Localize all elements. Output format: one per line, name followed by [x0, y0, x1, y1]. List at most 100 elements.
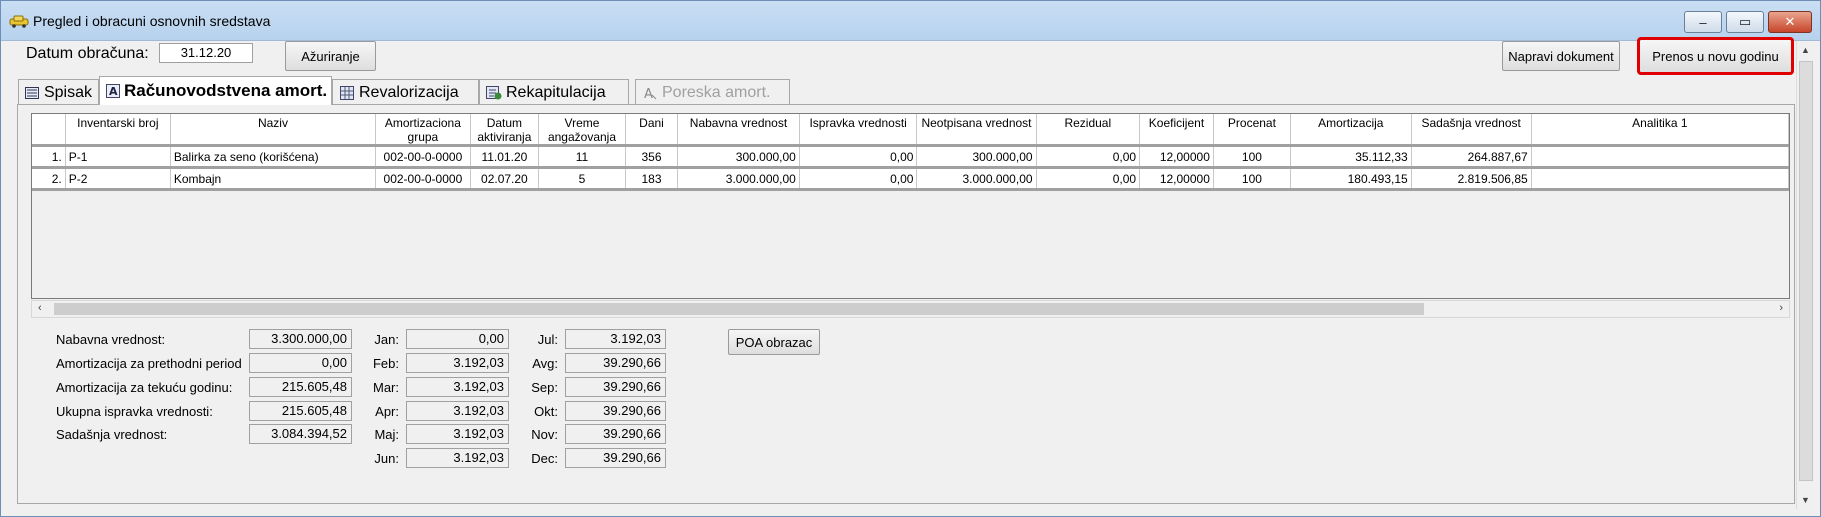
analitika-1-cell[interactable]	[1531, 145, 1789, 169]
neotpisana-vrednost-cell[interactable]: 300.000,00	[916, 145, 1037, 169]
data-grid: Inventarski broj Naziv Amortizaciona gru…	[31, 113, 1790, 299]
koeficijent-cell[interactable]: 12,00000	[1139, 145, 1214, 169]
row-number-cell[interactable]: 2.	[32, 167, 66, 191]
koeficijent-cell[interactable]: 12,00000	[1139, 167, 1214, 191]
col-header-dani[interactable]: Dani	[625, 114, 679, 147]
tab-racunovodstvena-amort[interactable]: A Računovodstvena amort.	[99, 76, 332, 105]
month-field-nov: 39.290,66	[565, 424, 666, 444]
col-header-nabavna-vrednost[interactable]: Nabavna vrednost	[677, 114, 800, 147]
scrollbar-thumb[interactable]	[54, 303, 1424, 315]
col-header-analitika-1[interactable]: Analitika 1	[1531, 114, 1789, 147]
table-row[interactable]: 2. P-2 Kombajn 002-00-0-0000 02.07.20 5 …	[32, 167, 1789, 191]
nabavna-vrednost-cell[interactable]: 3.000.000,00	[677, 167, 800, 191]
grid-header-row: Inventarski broj Naziv Amortizaciona gru…	[32, 114, 1789, 147]
scroll-right-arrow-icon[interactable]: ›	[1779, 302, 1783, 314]
amortizacija-prethodni-label: Amortizacija za prethodni period	[56, 356, 242, 371]
svg-text:A: A	[644, 87, 653, 100]
title-bar[interactable]: Pregled i obracuni osnovnih sredstava ‒ …	[1, 1, 1820, 41]
azuriranje-button[interactable]: Ažuriranje	[285, 41, 376, 71]
nabavna-vrednost-field: 3.300.000,00	[249, 329, 352, 349]
amortizacija-tekuca-label: Amortizacija za tekuću godinu:	[56, 380, 233, 395]
ispravka-vrednosti-cell[interactable]: 0,00	[799, 145, 918, 169]
col-header-amortizaciona-grupa[interactable]: Amortizaciona grupa	[375, 114, 471, 147]
col-header-ispravka-vrednosti[interactable]: Ispravka vrednosti	[799, 114, 918, 147]
scrollbar-thumb[interactable]	[1799, 61, 1813, 481]
datum-obracuna-label: Datum obračuna:	[26, 45, 149, 62]
datum-aktiviranja-cell[interactable]: 02.07.20	[470, 167, 540, 191]
rezidual-cell[interactable]: 0,00	[1036, 145, 1141, 169]
dani-cell[interactable]: 183	[625, 167, 679, 191]
sadasnja-vrednost-cell[interactable]: 2.819.506,85	[1411, 167, 1532, 191]
col-header-procenat[interactable]: Procenat	[1213, 114, 1291, 147]
col-header-sadasnja-vrednost[interactable]: Sadašnja vrednost	[1411, 114, 1532, 147]
tab-revalorizacija[interactable]: Revalorizacija	[332, 79, 479, 105]
month-label-dec: Dec:	[531, 451, 558, 466]
grid-horizontal-scrollbar[interactable]: ‹ ›	[31, 300, 1790, 318]
naziv-cell[interactable]: Kombajn	[170, 167, 377, 191]
sadasnja-vrednost-cell[interactable]: 264.887,67	[1411, 145, 1532, 169]
client-area: Datum obračuna: 31.12.20 Ažuriranje Napr…	[9, 37, 1795, 509]
ukupna-ispravka-field: 215.605,48	[249, 401, 352, 421]
amortizacija-prethodni-field: 0,00	[249, 353, 352, 373]
procenat-cell[interactable]: 100	[1213, 167, 1291, 191]
month-label-jun: Jun:	[374, 451, 399, 466]
inventarski-broj-cell[interactable]: P-2	[65, 167, 171, 191]
amortizacija-cell[interactable]: 180.493,15	[1290, 167, 1412, 191]
scroll-down-arrow-icon[interactable]: ▼	[1801, 495, 1810, 505]
prenos-u-novu-godinu-button[interactable]: Prenos u novu godinu	[1637, 37, 1794, 75]
poa-obrazac-button[interactable]: POA obrazac	[728, 329, 820, 355]
month-label-maj: Maj:	[374, 427, 399, 442]
inventarski-broj-cell[interactable]: P-1	[65, 145, 171, 169]
rezidual-cell[interactable]: 0,00	[1036, 167, 1141, 191]
tab-label: Rekapitulacija	[506, 83, 606, 101]
month-field-okt: 39.290,66	[565, 401, 666, 421]
month-field-maj: 3.192,03	[406, 424, 509, 444]
tab-rekapitulacija[interactable]: Rekapitulacija	[479, 79, 629, 105]
vreme-angazovanja-cell[interactable]: 5	[538, 167, 626, 191]
col-header-inventarski-broj[interactable]: Inventarski broj	[65, 114, 171, 147]
svg-text:A: A	[109, 85, 118, 98]
nabavna-vrednost-cell[interactable]: 300.000,00	[677, 145, 800, 169]
tab-poreska-amort[interactable]: A Poreska amort.	[635, 79, 790, 105]
scroll-left-arrow-icon[interactable]: ‹	[38, 302, 42, 314]
napravi-dokument-button[interactable]: Napravi dokument	[1502, 41, 1620, 71]
window-vertical-scrollbar[interactable]: ▲ ▼	[1796, 41, 1814, 509]
procenat-cell[interactable]: 100	[1213, 145, 1291, 169]
maximize-button[interactable]: ▭	[1726, 11, 1764, 33]
datum-obracuna-input[interactable]: 31.12.20	[159, 43, 253, 63]
month-field-feb: 3.192,03	[406, 353, 509, 373]
datum-aktiviranja-cell[interactable]: 11.01.20	[470, 145, 540, 169]
col-header-naziv[interactable]: Naziv	[170, 114, 377, 147]
neotpisana-vrednost-cell[interactable]: 3.000.000,00	[916, 167, 1037, 191]
col-header-neotpisana-vrednost[interactable]: Neotpisana vrednost	[916, 114, 1037, 147]
scroll-up-arrow-icon[interactable]: ▲	[1801, 45, 1810, 55]
naziv-cell[interactable]: Balirka za seno (korišćena)	[170, 145, 377, 169]
grid-icon	[339, 85, 355, 100]
row-number-cell[interactable]: 1.	[32, 145, 66, 169]
col-header-rezidual[interactable]: Rezidual	[1036, 114, 1141, 147]
vreme-angazovanja-cell[interactable]: 11	[538, 145, 626, 169]
month-label-sep: Sep:	[531, 380, 558, 395]
amortizaciona-grupa-cell[interactable]: 002-00-0-0000	[375, 167, 471, 191]
col-header-vreme-angazovanja[interactable]: Vreme angažovanja	[538, 114, 626, 147]
col-header-datum-aktiviranja[interactable]: Datum aktiviranja	[470, 114, 540, 147]
close-button[interactable]: ✕	[1768, 11, 1812, 33]
month-field-apr: 3.192,03	[406, 401, 509, 421]
tab-panel: Inventarski broj Naziv Amortizaciona gru…	[17, 104, 1795, 504]
col-header-row-number[interactable]	[32, 114, 66, 147]
minimize-button[interactable]: ‒	[1684, 11, 1722, 33]
tab-spisak[interactable]: Spisak	[18, 79, 99, 105]
col-header-koeficijent[interactable]: Koeficijent	[1139, 114, 1214, 147]
amortizacija-cell[interactable]: 35.112,33	[1290, 145, 1412, 169]
ispravka-vrednosti-cell[interactable]: 0,00	[799, 167, 918, 191]
month-field-mar: 3.192,03	[406, 377, 509, 397]
dani-cell[interactable]: 356	[625, 145, 679, 169]
month-field-jun: 3.192,03	[406, 448, 509, 468]
sadasnja-vrednost-label: Sadašnja vrednost:	[56, 427, 168, 442]
analitika-1-cell[interactable]	[1531, 167, 1789, 191]
col-header-amortizacija[interactable]: Amortizacija	[1290, 114, 1412, 147]
amortizaciona-grupa-cell[interactable]: 002-00-0-0000	[375, 145, 471, 169]
table-row[interactable]: 1. P-1 Balirka za seno (korišćena) 002-0…	[32, 145, 1789, 169]
month-label-jul: Jul:	[537, 332, 558, 347]
recap-icon	[486, 85, 502, 100]
